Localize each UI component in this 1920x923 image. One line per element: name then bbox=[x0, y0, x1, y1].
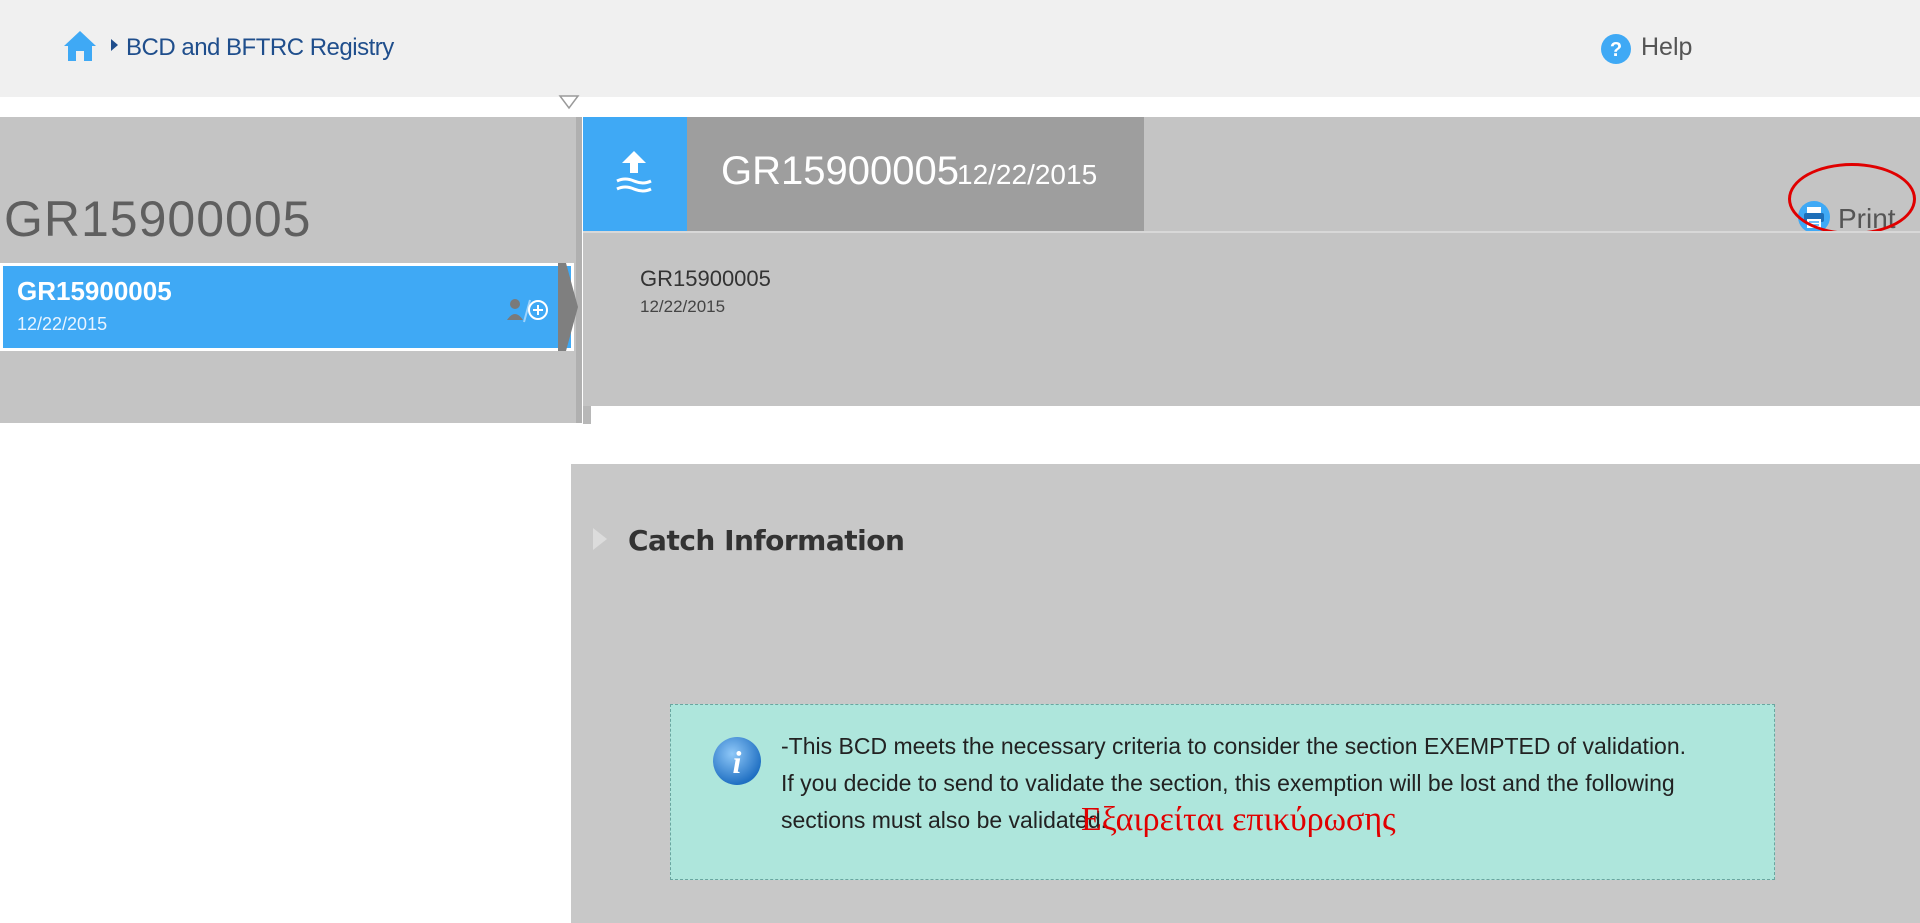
upload-button[interactable] bbox=[583, 117, 687, 231]
record-header-tab[interactable]: GR15900005 12/22/2015 bbox=[687, 117, 1144, 231]
upload-icon bbox=[613, 149, 655, 197]
record-details-date: 12/22/2015 bbox=[640, 297, 726, 316]
svg-text:?: ? bbox=[1610, 39, 1622, 61]
svg-text:i: i bbox=[733, 744, 742, 780]
help-link[interactable]: Help bbox=[1641, 33, 1692, 62]
details-edge bbox=[583, 406, 591, 424]
record-list-item-date: 12/22/2015 bbox=[17, 314, 108, 334]
greek-annotation: Εξαιρείται επικύρωσης bbox=[1081, 801, 1396, 838]
info-message-line-2: If you decide to send to validate the se… bbox=[781, 770, 1675, 796]
top-bar: BCD and BFTRC Registry ? Help bbox=[0, 0, 1920, 97]
record-list-item-pointer bbox=[558, 263, 580, 351]
info-message-line-3: sections must also be validated. bbox=[781, 807, 1108, 833]
help-icon[interactable]: ? bbox=[1600, 33, 1632, 65]
collapse-toggle-icon[interactable] bbox=[558, 94, 580, 110]
record-header-id: GR15900005 bbox=[721, 149, 959, 193]
home-icon[interactable] bbox=[62, 28, 98, 64]
user-add-icon[interactable] bbox=[505, 296, 549, 324]
catch-information-header[interactable]: Catch Information bbox=[628, 524, 905, 557]
caret-right-icon bbox=[108, 35, 122, 55]
annotation-circle bbox=[1788, 163, 1916, 235]
record-header-date: 12/22/2015 bbox=[957, 159, 1098, 190]
info-message-line-1: -This BCD meets the necessary criteria t… bbox=[781, 733, 1687, 759]
breadcrumb-registry-link[interactable]: BCD and BFTRC Registry bbox=[126, 34, 394, 62]
panel-title: GR15900005 bbox=[4, 191, 312, 247]
info-message-box: i -This BCD meets the necessary criteria… bbox=[670, 704, 1775, 880]
record-list-item[interactable]: GR15900005 12/22/2015 bbox=[0, 263, 578, 351]
record-details-id: GR15900005 bbox=[640, 266, 771, 291]
info-icon: i bbox=[711, 735, 763, 787]
record-list-item-id: GR15900005 bbox=[17, 276, 172, 306]
record-details: GR15900005 12/22/2015 bbox=[583, 231, 1920, 406]
triangle-right-icon[interactable] bbox=[591, 526, 609, 552]
